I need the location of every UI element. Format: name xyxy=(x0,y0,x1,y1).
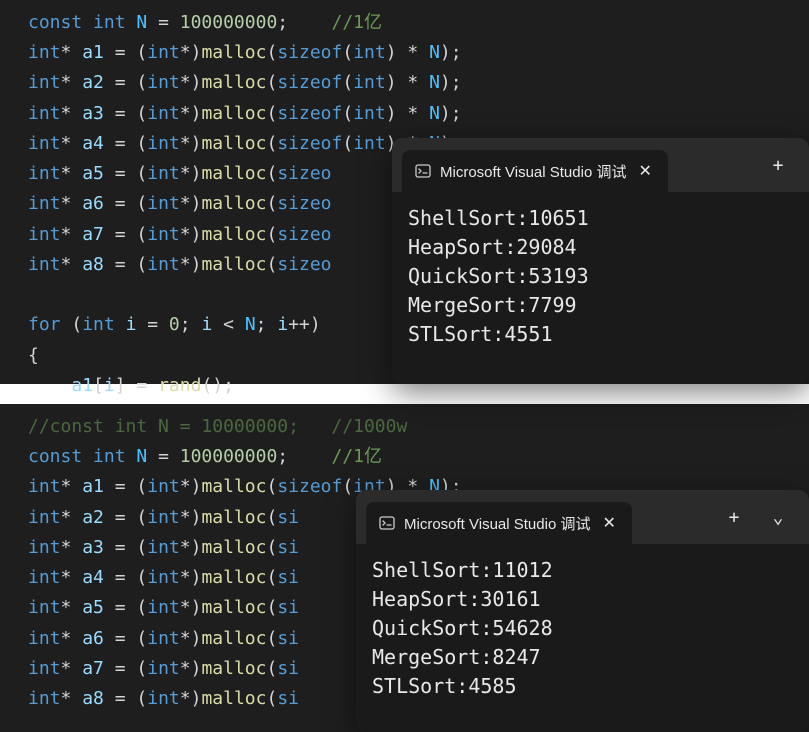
code-line: int* a1 = (int*)malloc(sizeof(int) * N); xyxy=(28,38,809,68)
titlebar-buttons: + xyxy=(757,147,799,183)
debug-console-window-2[interactable]: Microsoft Visual Studio 调试 ✕ + ⌄ ShellSo… xyxy=(356,490,809,732)
new-tab-button[interactable]: + xyxy=(713,499,755,535)
close-tab-button[interactable]: ✕ xyxy=(634,161,655,181)
terminal-icon xyxy=(378,514,396,532)
console-line: HeapSort:30161 xyxy=(372,585,793,614)
console-output-1[interactable]: ShellSort:10651HeapSort:29084QuickSort:5… xyxy=(392,192,809,361)
console-line: QuickSort:54628 xyxy=(372,614,793,643)
debug-console-window-1[interactable]: Microsoft Visual Studio 调试 ✕ + ShellSort… xyxy=(392,138,809,384)
code-line: int* a2 = (int*)malloc(sizeof(int) * N); xyxy=(28,68,809,98)
console-titlebar[interactable]: Microsoft Visual Studio 调试 ✕ + ⌄ xyxy=(356,490,809,544)
console-titlebar[interactable]: Microsoft Visual Studio 调试 ✕ + xyxy=(392,138,809,192)
console-title: Microsoft Visual Studio 调试 xyxy=(440,161,626,182)
new-tab-button[interactable]: + xyxy=(757,147,799,183)
titlebar-buttons: + ⌄ xyxy=(713,499,799,535)
console-line: MergeSort:7799 xyxy=(408,291,793,320)
console-title: Microsoft Visual Studio 调试 xyxy=(404,513,590,534)
console-line: HeapSort:29084 xyxy=(408,233,793,262)
console-line: STLSort:4585 xyxy=(372,672,793,701)
console-line: MergeSort:8247 xyxy=(372,643,793,672)
console-tab[interactable]: Microsoft Visual Studio 调试 ✕ xyxy=(402,150,668,192)
console-line: ShellSort:10651 xyxy=(408,204,793,233)
console-tab[interactable]: Microsoft Visual Studio 调试 ✕ xyxy=(366,502,632,544)
close-tab-button[interactable]: ✕ xyxy=(598,513,619,533)
code-line: const int N = 100000000; //1亿 xyxy=(28,442,809,472)
tab-dropdown-button[interactable]: ⌄ xyxy=(757,499,799,535)
code-line: int* a3 = (int*)malloc(sizeof(int) * N); xyxy=(28,99,809,129)
console-line: ShellSort:11012 xyxy=(372,556,793,585)
code-line: //const int N = 10000000; //1000w xyxy=(28,412,809,442)
console-output-2[interactable]: ShellSort:11012HeapSort:30161QuickSort:5… xyxy=(356,544,809,713)
terminal-icon xyxy=(414,162,432,180)
console-line: QuickSort:53193 xyxy=(408,262,793,291)
code-line: const int N = 100000000; //1亿 xyxy=(28,8,809,38)
console-line: STLSort:4551 xyxy=(408,320,793,349)
